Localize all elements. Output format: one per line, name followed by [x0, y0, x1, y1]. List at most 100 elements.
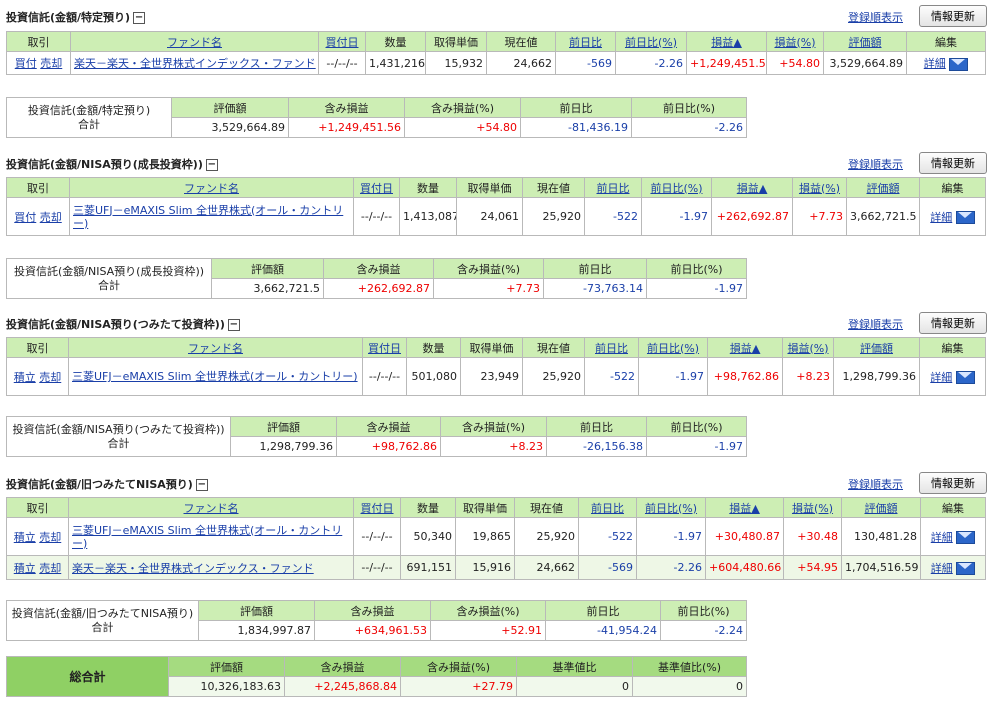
cell-qty: 691,151 [400, 555, 456, 580]
col-chg[interactable]: 前日比 [555, 31, 616, 52]
sum-chgp: -1.97 [646, 278, 747, 299]
order-display-link[interactable]: 登録順表示 [848, 316, 903, 332]
total-h-basep: 基準値比(%) [632, 656, 747, 677]
cell-date: --/--/-- [362, 357, 407, 396]
total-val: 10,326,183.63 [168, 676, 285, 697]
fund-link[interactable]: 三菱UFJ－eMAXIS Slim 全世界株式(オール・カントリー) [73, 204, 343, 230]
col-plp[interactable]: 損益(%) [766, 31, 824, 52]
col-fund[interactable]: ファンド名 [68, 337, 363, 358]
col-chg[interactable]: 前日比 [584, 337, 639, 358]
buy-link[interactable]: 積立 [14, 562, 36, 575]
col-chgp[interactable]: 前日比(%) [636, 497, 706, 518]
fund-link[interactable]: 楽天－楽天・全世界株式インデックス・ファンド [74, 57, 316, 70]
sell-link[interactable]: 売却 [40, 211, 62, 224]
collapse-icon[interactable]: − [205, 159, 218, 171]
buy-link[interactable]: 買付 [14, 211, 36, 224]
order-display-link[interactable]: 登録順表示 [848, 156, 903, 172]
collapse-icon[interactable]: − [195, 479, 208, 491]
col-plp[interactable]: 損益(%) [782, 337, 834, 358]
cell-date: --/--/-- [353, 517, 401, 556]
detail-link[interactable]: 詳細 [931, 562, 953, 575]
col-plp[interactable]: 損益(%) [792, 177, 847, 198]
buy-link[interactable]: 買付 [15, 57, 37, 70]
col-date[interactable]: 買付日 [362, 337, 407, 358]
sell-link[interactable]: 売却 [39, 371, 61, 384]
refresh-button[interactable]: 情報更新 [919, 472, 987, 494]
col-val[interactable]: 評価額 [846, 177, 920, 198]
sum-chg: -81,436.19 [520, 117, 632, 138]
sum-val: 1,298,799.36 [230, 436, 337, 457]
cell-plp: +7.73 [792, 197, 847, 236]
col-val[interactable]: 評価額 [833, 337, 920, 358]
col-val[interactable]: 評価額 [823, 31, 907, 52]
sum-h-plp: 含み損益(%) [433, 258, 544, 279]
sum-chg: -73,763.14 [543, 278, 647, 299]
collapse-icon[interactable]: − [227, 319, 240, 331]
total-h-base: 基準値比 [516, 656, 633, 677]
col-fund[interactable]: ファンド名 [70, 31, 319, 52]
buy-link[interactable]: 積立 [14, 531, 36, 544]
col-plp[interactable]: 損益(%) [783, 497, 842, 518]
mail-icon[interactable] [956, 562, 976, 575]
col-date[interactable]: 買付日 [353, 177, 400, 198]
fund-link[interactable]: 三菱UFJ－eMAXIS Slim 全世界株式(オール・カントリー) [72, 524, 342, 550]
sum-chgp: -2.26 [631, 117, 747, 138]
col-chg[interactable]: 前日比 [584, 177, 642, 198]
sum-h-plp: 含み損益(%) [440, 416, 547, 437]
col-edit: 編集 [906, 31, 986, 52]
col-pl[interactable]: 損益▲ [686, 31, 767, 52]
detail-link[interactable]: 詳細 [930, 371, 952, 384]
col-chgp[interactable]: 前日比(%) [641, 177, 712, 198]
col-price: 現在値 [514, 497, 579, 518]
summary-label: 投資信託(金額/特定預り) 合計 [6, 97, 172, 138]
buy-link[interactable]: 積立 [14, 371, 36, 384]
total-h-pl: 含み損益 [284, 656, 401, 677]
col-pl[interactable]: 損益▲ [705, 497, 784, 518]
fund-link[interactable]: 楽天－楽天・全世界株式インデックス・ファンド [72, 562, 314, 575]
mail-icon[interactable] [955, 371, 975, 384]
col-trade: 取引 [6, 177, 70, 198]
col-date[interactable]: 買付日 [353, 497, 401, 518]
cell-cost: 19,865 [455, 517, 515, 556]
mail-icon[interactable] [949, 57, 969, 71]
col-trade: 取引 [6, 337, 69, 358]
cell-chg: -522 [584, 197, 642, 236]
cell-chg: -569 [578, 555, 637, 580]
summary-table: 投資信託(金額/NISA預り(成長投資枠)) 合計 評価額 含み損益 含み損益(%… [6, 258, 747, 299]
col-qty: 数量 [399, 177, 457, 198]
cell-price: 25,920 [514, 517, 579, 556]
col-chgp[interactable]: 前日比(%) [638, 337, 708, 358]
order-display-link[interactable]: 登録順表示 [848, 9, 903, 25]
fund-link[interactable]: 三菱UFJ－eMAXIS Slim 全世界株式(オール・カントリー) [72, 370, 358, 383]
refresh-button[interactable]: 情報更新 [919, 5, 987, 27]
col-val[interactable]: 評価額 [841, 497, 921, 518]
detail-link[interactable]: 詳細 [931, 531, 953, 544]
col-date[interactable]: 買付日 [318, 31, 366, 52]
order-display-link[interactable]: 登録順表示 [848, 476, 903, 492]
col-pl[interactable]: 損益▲ [707, 337, 783, 358]
mail-icon[interactable] [956, 531, 976, 544]
sum-h-val: 評価額 [171, 97, 289, 118]
cell-pl: +30,480.87 [705, 517, 784, 556]
collapse-icon[interactable]: − [133, 12, 146, 24]
cell-pl: +262,692.87 [711, 197, 793, 236]
col-chg[interactable]: 前日比 [578, 497, 637, 518]
col-fund[interactable]: ファンド名 [68, 497, 354, 518]
sell-link[interactable]: 売却 [40, 57, 62, 70]
col-fund[interactable]: ファンド名 [69, 177, 354, 198]
refresh-button[interactable]: 情報更新 [919, 152, 987, 174]
detail-link[interactable]: 詳細 [930, 211, 952, 224]
sell-link[interactable]: 売却 [39, 562, 61, 575]
total-base: 0 [516, 676, 633, 697]
col-price: 現在値 [486, 31, 556, 52]
col-chgp[interactable]: 前日比(%) [615, 31, 687, 52]
detail-link[interactable]: 詳細 [924, 57, 946, 70]
sum-h-chgp: 前日比(%) [660, 600, 747, 621]
sell-link[interactable]: 売却 [39, 531, 61, 544]
mail-icon[interactable] [955, 211, 975, 224]
cell-price: 25,920 [522, 357, 585, 396]
cell-chgp: -1.97 [638, 357, 708, 396]
refresh-button[interactable]: 情報更新 [919, 312, 987, 334]
cell-cost: 15,932 [425, 51, 487, 75]
col-pl[interactable]: 損益▲ [711, 177, 793, 198]
